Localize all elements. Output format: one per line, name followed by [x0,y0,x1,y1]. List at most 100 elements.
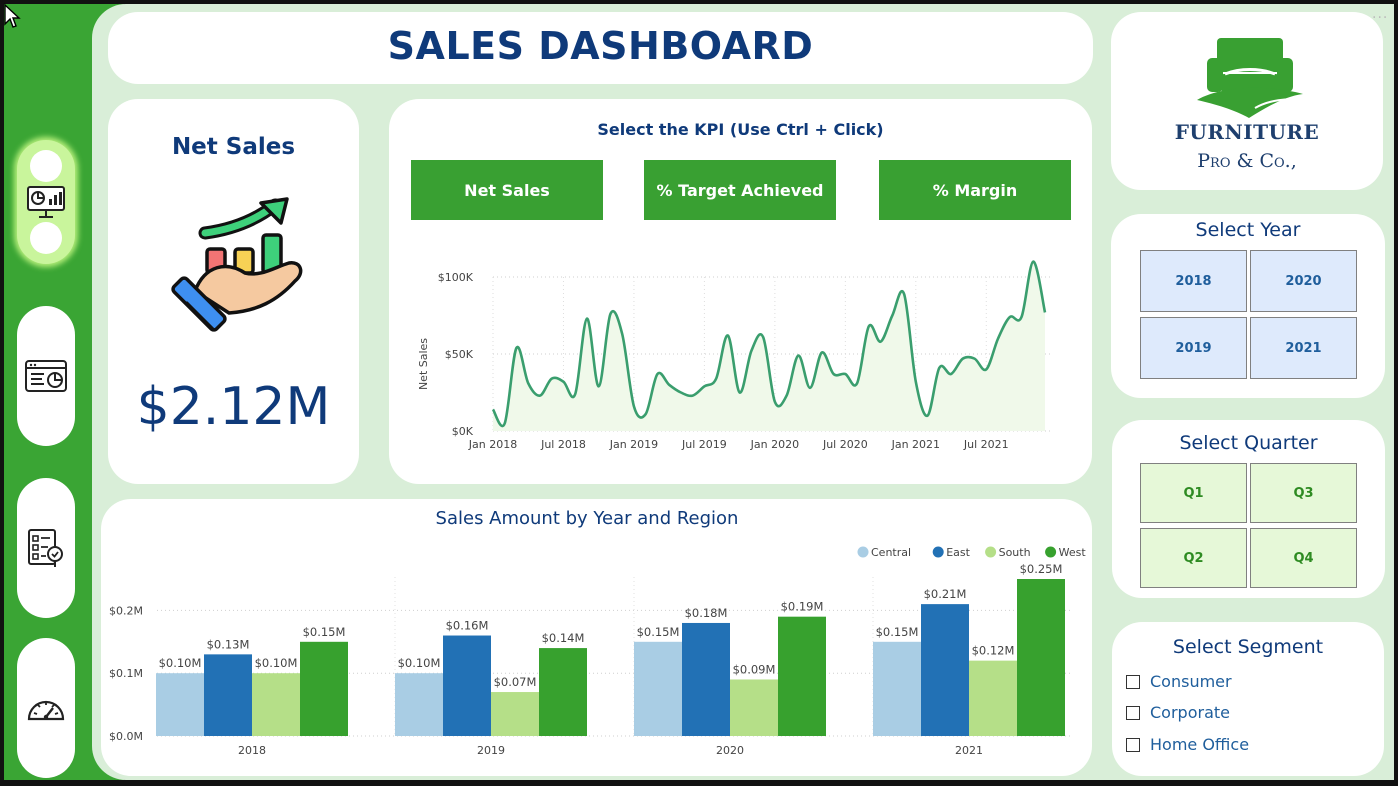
data-label: $0.09M [733,662,776,676]
y-axis-title: Net Sales [417,338,430,390]
year-option-2019[interactable]: 2019 [1140,317,1247,379]
kpi-card: Net Sales $2.12M [108,99,359,484]
x-tick-label: 2020 [716,744,744,757]
bar-2020-central [634,641,682,736]
data-label: $0.10M [255,656,298,670]
segment-slicer-title: Select Segment [1172,636,1324,658]
nav-report-button[interactable] [17,306,75,446]
brand-card: FURNITURE Pro & Co., [1111,12,1383,190]
data-label: $0.15M [637,625,680,639]
kpi-selector-title: Select the KPI (Use Ctrl + Click) [597,120,884,139]
checkbox[interactable] [1126,737,1140,752]
segment-label: Corporate [1150,703,1230,722]
data-label: $0.13M [207,637,250,651]
legend-swatch [857,546,869,558]
report-icon [25,360,67,392]
year-option-2021[interactable]: 2021 [1250,317,1357,379]
bar-2021-east [921,604,969,736]
year-option-2018[interactable]: 2018 [1140,250,1247,312]
cursor-icon [4,3,21,28]
bar-2020-east [682,622,730,736]
gauge-icon [27,700,65,721]
data-label: $0.10M [159,656,202,670]
legend-swatch [985,546,997,558]
kpi-value: $2.12M [136,377,331,437]
x-tick-label: Jan 2021 [891,438,940,451]
segment-slicer: Select Segment Consumer Corporate Home O… [1112,622,1384,776]
bar-2019-west [539,648,587,736]
legend-label: East [946,546,970,559]
x-tick-label: 2021 [955,744,983,757]
x-tick-label: Jul 2018 [540,438,586,451]
kpi-button-target-achieved[interactable]: % Target Achieved [644,160,836,220]
legend-label: South [999,546,1031,559]
data-label: $0.15M [876,625,919,639]
chart-title: Sales Amount by Year and Region [436,508,739,529]
data-label: $0.10M [398,656,441,670]
kpi-trend-card: Select the KPI (Use Ctrl + Click) Net Sa… [389,99,1092,484]
bar-2020-south [730,679,778,736]
bar-2021-central [873,641,921,736]
sales-by-year-region-chart: Sales Amount by Year and Region $0.2M $0.1… [109,508,1087,757]
kpi-button-margin[interactable]: % Margin [879,160,1071,220]
kpi-title: Net Sales [171,134,296,160]
checkbox[interactable] [1126,674,1140,689]
brand-name: FURNITURE [1174,120,1320,144]
y-tick-label: $50K [445,348,474,361]
bar-2019-south [491,692,539,736]
quarter-option-q4[interactable]: Q4 [1250,528,1357,588]
x-tick-label: 2019 [477,744,505,757]
x-tick-label: Jan 2020 [750,438,799,451]
year-option-2020[interactable]: 2020 [1250,250,1357,312]
y-tick-label: $100K [438,271,474,284]
area-fill [493,261,1045,431]
dashboard-icon [27,186,65,218]
quarter-option-q1[interactable]: Q1 [1140,463,1247,523]
armchair-logo-icon [1197,38,1304,118]
x-tick-label: Jan 2018 [468,438,517,451]
bar-2021-south [969,660,1017,736]
y-tick-label: $0.2M [109,604,143,617]
segment-option-consumer[interactable]: Consumer [1126,672,1232,691]
x-tick-label: Jan 2019 [609,438,658,451]
bar-2018-east [204,654,252,736]
segment-label: Home Office [1150,735,1250,754]
quarter-slicer: Select Quarter Q1 Q3 Q2 Q4 [1112,420,1385,598]
data-label: $0.14M [542,631,585,645]
checklist-icon [28,529,63,567]
x-tick-label: Jul 2020 [822,438,868,451]
quarter-option-q3[interactable]: Q3 [1250,463,1357,523]
legend-item-east: East [932,546,971,559]
data-label: $0.07M [494,675,537,689]
bar-2021-west [1017,579,1065,736]
nav-dashboard-button[interactable] [17,140,75,264]
legend-item-central: Central [857,546,911,559]
bar-2018-west [300,641,348,736]
nav-gauge-button[interactable] [17,638,75,778]
year-slicer: Select Year 2018 2020 2019 2021 [1111,214,1385,398]
checkbox[interactable] [1126,705,1140,720]
nav-checklist-button[interactable] [17,478,75,618]
segment-option-home-office[interactable]: Home Office [1126,735,1249,754]
x-tick-label: Jul 2019 [681,438,727,451]
net-sales-line-chart: $100K $50K $0KJan 2018 Jul 2018 Jan 2019 Jul … [417,260,1051,451]
brand-subname: Pro & Co., [1197,150,1297,172]
segment-label: Consumer [1150,672,1232,691]
more-options-icon[interactable]: ··· [1372,10,1388,26]
quarter-slicer-title: Select Quarter [1179,432,1318,454]
bar-chart-card: Sales Amount by Year and Region $0.2M $0.1… [101,499,1092,776]
data-label: $0.12M [972,644,1015,658]
bar-2020-west [778,616,826,736]
title-card: SALES DASHBOARD [108,12,1093,84]
legend-label: West [1059,546,1087,559]
y-tick-label: $0.1M [109,667,143,680]
kpi-button-net-sales[interactable]: Net Sales [411,160,603,220]
segment-option-corporate[interactable]: Corporate [1126,703,1230,722]
year-slicer-title: Select Year [1195,219,1301,241]
data-label: $0.21M [924,587,967,601]
data-label: $0.25M [1020,562,1063,576]
page-title: SALES DASHBOARD [387,24,814,68]
bar-2019-east [443,635,491,736]
quarter-option-q2[interactable]: Q2 [1140,528,1247,588]
bar-2018-south [252,673,300,736]
